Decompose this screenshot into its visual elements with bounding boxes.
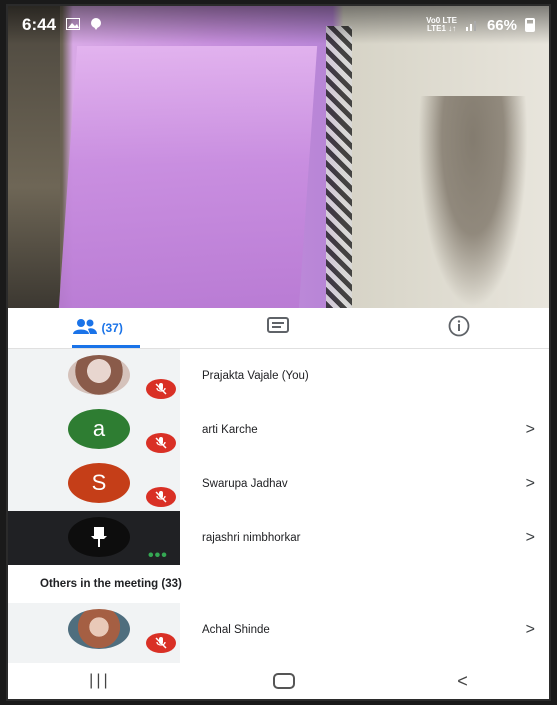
app-window: 6:44 Vo0 LTE LTE1 ↓↑ 66% (37) Prajakta V…: [6, 4, 551, 701]
mic-off-icon: [146, 433, 176, 453]
status-bar: 6:44 Vo0 LTE LTE1 ↓↑ 66%: [8, 6, 549, 44]
participant-tile: S: [8, 457, 180, 511]
video-background: [326, 26, 352, 308]
avatar: a: [68, 409, 130, 449]
participant-name: rajashri nimbhorkar: [202, 532, 301, 544]
chat-icon: [267, 316, 290, 340]
participant-tile: [8, 603, 180, 657]
speaking-indicator: •••: [148, 547, 168, 564]
chat-bubble-icon: [90, 17, 102, 33]
info-icon: [448, 315, 470, 342]
mic-off-icon: [146, 379, 176, 399]
recents-icon[interactable]: |||: [89, 672, 110, 690]
tab-chat[interactable]: [188, 308, 368, 348]
participant-row[interactable]: a arti Karche >: [8, 403, 549, 457]
participant-name: Swarupa Jadhav: [202, 478, 288, 490]
back-icon[interactable]: <: [457, 671, 468, 692]
mic-off-icon: [146, 487, 176, 507]
chevron-right-icon[interactable]: >: [526, 475, 535, 493]
tab-info[interactable]: [369, 308, 549, 348]
network-indicator: Vo0 LTE LTE1 ↓↑: [426, 16, 457, 33]
participant-name: arti Karche: [202, 424, 258, 436]
people-count: (37): [101, 321, 123, 335]
people-icon: [73, 318, 98, 339]
pin-icon: [91, 527, 107, 547]
video-background: [58, 46, 318, 308]
avatar: [68, 355, 130, 395]
signal-icon: [465, 21, 476, 31]
section-heading: Others in the meeting (33): [8, 565, 549, 603]
participant-name: Prajakta Vajale (You): [202, 370, 309, 382]
system-nav-bar: ||| <: [8, 663, 549, 699]
chevron-right-icon[interactable]: >: [526, 621, 535, 639]
clock: 6:44: [22, 15, 57, 34]
participant-list: Prajakta Vajale (You) a arti Karche > S …: [8, 349, 549, 667]
home-icon[interactable]: [272, 673, 295, 689]
video-background: [418, 96, 528, 308]
participant-tile: •••: [8, 511, 180, 565]
participant-name: Achal Shinde: [202, 624, 270, 636]
mic-off-icon: [146, 633, 176, 653]
battery-percent: 66%: [486, 16, 517, 34]
avatar: S: [68, 463, 130, 503]
video-feed: [8, 6, 549, 308]
image-icon: [66, 17, 81, 33]
avatar: [68, 609, 130, 649]
video-background: [8, 6, 60, 308]
participant-row[interactable]: Achal Shinde >: [8, 603, 549, 657]
participant-tile: [8, 349, 180, 403]
chevron-right-icon[interactable]: >: [526, 529, 535, 547]
battery-icon: [525, 18, 535, 32]
participant-row[interactable]: S Swarupa Jadhav >: [8, 457, 549, 511]
participant-row[interactable]: Prajakta Vajale (You): [8, 349, 549, 403]
avatar: [68, 517, 130, 557]
participant-row[interactable]: ••• rajashri nimbhorkar >: [8, 511, 549, 565]
tab-bar: (37): [8, 308, 549, 349]
tab-people[interactable]: (37): [8, 308, 188, 348]
status-right: Vo0 LTE LTE1 ↓↑ 66%: [426, 17, 535, 34]
chevron-right-icon[interactable]: >: [526, 421, 535, 439]
participant-tile: a: [8, 403, 180, 457]
